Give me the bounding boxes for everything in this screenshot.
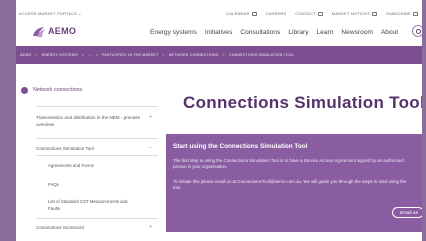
- nav-learn[interactable]: Learn: [317, 29, 334, 36]
- divider: [36, 155, 158, 156]
- divider: [36, 218, 158, 219]
- site-header: AEMO Energy systems Initiatives Consulta…: [16, 22, 422, 44]
- market-portals-menu[interactable]: ACCESS MARKET PORTALS ⌄: [19, 11, 82, 16]
- sidebar-item-transmission[interactable]: Transmission and distribution in the NEM…: [36, 114, 154, 128]
- sidebar-heading[interactable]: Network connections: [21, 82, 158, 98]
- expand-icon: +: [149, 224, 152, 230]
- market-portals-label: ACCESS MARKET PORTALS: [19, 11, 77, 16]
- contact-link[interactable]: CONTACT: [295, 11, 323, 16]
- panel-title: Start using the Connections Simulation T…: [173, 143, 308, 150]
- phone-icon: [317, 12, 323, 16]
- sidebar-item-label: Connections Scorecard: [36, 225, 84, 230]
- main-nav: Energy systems Initiatives Consultations…: [150, 29, 398, 36]
- utility-bar: ACCESS MARKET PORTALS ⌄ CALENDAR CAREERS…: [16, 9, 422, 19]
- sidebar-subitem-agreements[interactable]: Agreements and Forms: [48, 162, 94, 169]
- subscribe-link[interactable]: SUBSCRIBE: [386, 11, 418, 16]
- divider: [36, 138, 158, 139]
- panel-paragraph: The first step to using the Connections …: [173, 158, 404, 169]
- sidebar-item-label: Connections Simulation Tool: [36, 146, 94, 151]
- sidebar-subitem-measurements[interactable]: List of Standard CST Measurements and Fa…: [48, 198, 138, 212]
- breadcrumb-aemo[interactable]: AEMO: [20, 53, 31, 57]
- careers-link[interactable]: CAREERS: [266, 11, 287, 16]
- breadcrumb-separator: >: [81, 53, 85, 57]
- page: ACCESS MARKET PORTALS ⌄ CALENDAR CAREERS…: [16, 0, 422, 241]
- breadcrumb-network-connections[interactable]: NETWORK CONNECTIONS: [169, 53, 219, 57]
- logo-link[interactable]: AEMO: [32, 25, 76, 37]
- chevron-down-icon: ⌄: [78, 11, 82, 16]
- sidebar-nav: Network connections: [16, 82, 158, 98]
- nav-consultations[interactable]: Consultations: [240, 29, 280, 36]
- sidebar-subitem-faqs[interactable]: FAQs: [48, 181, 59, 188]
- breadcrumb-separator: >: [222, 53, 225, 57]
- nav-energy-systems[interactable]: Energy systems: [150, 29, 197, 36]
- divider: [36, 106, 158, 107]
- sidebar-item-label: Transmission and distribution in the NEM…: [36, 115, 140, 127]
- breadcrumb: AEMO > ENERGY SYSTEMS > ... > PARTICIPAT…: [16, 46, 422, 64]
- nav-newsroom[interactable]: Newsroom: [341, 29, 373, 36]
- sidebar-item-cst[interactable]: Connections Simulation Tool −: [36, 145, 154, 152]
- breadcrumb-ellipsis[interactable]: ...: [88, 53, 92, 57]
- arrow-right-icon: →: [414, 209, 419, 215]
- market-notices-link[interactable]: MARKET NOTICES: [332, 11, 378, 16]
- breadcrumb-current: CONNECTIONS SIMULATION TOOL: [228, 53, 295, 57]
- email-us-button[interactable]: Email us →: [392, 207, 422, 218]
- panel-paragraph: To initiate this please email us at Conn…: [173, 179, 407, 190]
- mail-icon: [413, 12, 418, 16]
- breadcrumb-separator: >: [162, 53, 165, 57]
- sidebar-item-scorecard[interactable]: Connections Scorecard +: [36, 224, 154, 231]
- nav-about[interactable]: About: [381, 29, 398, 36]
- bell-icon: [372, 12, 378, 16]
- calendar-icon: [251, 12, 257, 16]
- calendar-link[interactable]: CALENDAR: [226, 11, 257, 16]
- section-dot-icon: [21, 86, 28, 94]
- search-icon[interactable]: [412, 25, 422, 37]
- utility-links: CALENDAR CAREERS CONTACT MARKET NOTICES …: [226, 11, 418, 16]
- breadcrumb-energy-systems[interactable]: ENERGY SYSTEMS: [42, 53, 78, 57]
- aemo-logo-icon: [32, 25, 46, 37]
- nav-library[interactable]: Library: [288, 29, 308, 36]
- expand-icon: +: [149, 114, 152, 120]
- breadcrumb-separator: >: [35, 53, 38, 57]
- breadcrumb-separator: >: [95, 53, 99, 57]
- breadcrumb-participate[interactable]: PARTICIPATE IN THE MARKET: [102, 53, 158, 57]
- start-using-panel: Start using the Connections Simulation T…: [166, 134, 422, 232]
- page-title: Connections Simulation Tool: [183, 93, 422, 112]
- collapse-icon: −: [149, 145, 152, 151]
- nav-initiatives[interactable]: Initiatives: [205, 29, 233, 36]
- logo-text: AEMO: [48, 26, 77, 36]
